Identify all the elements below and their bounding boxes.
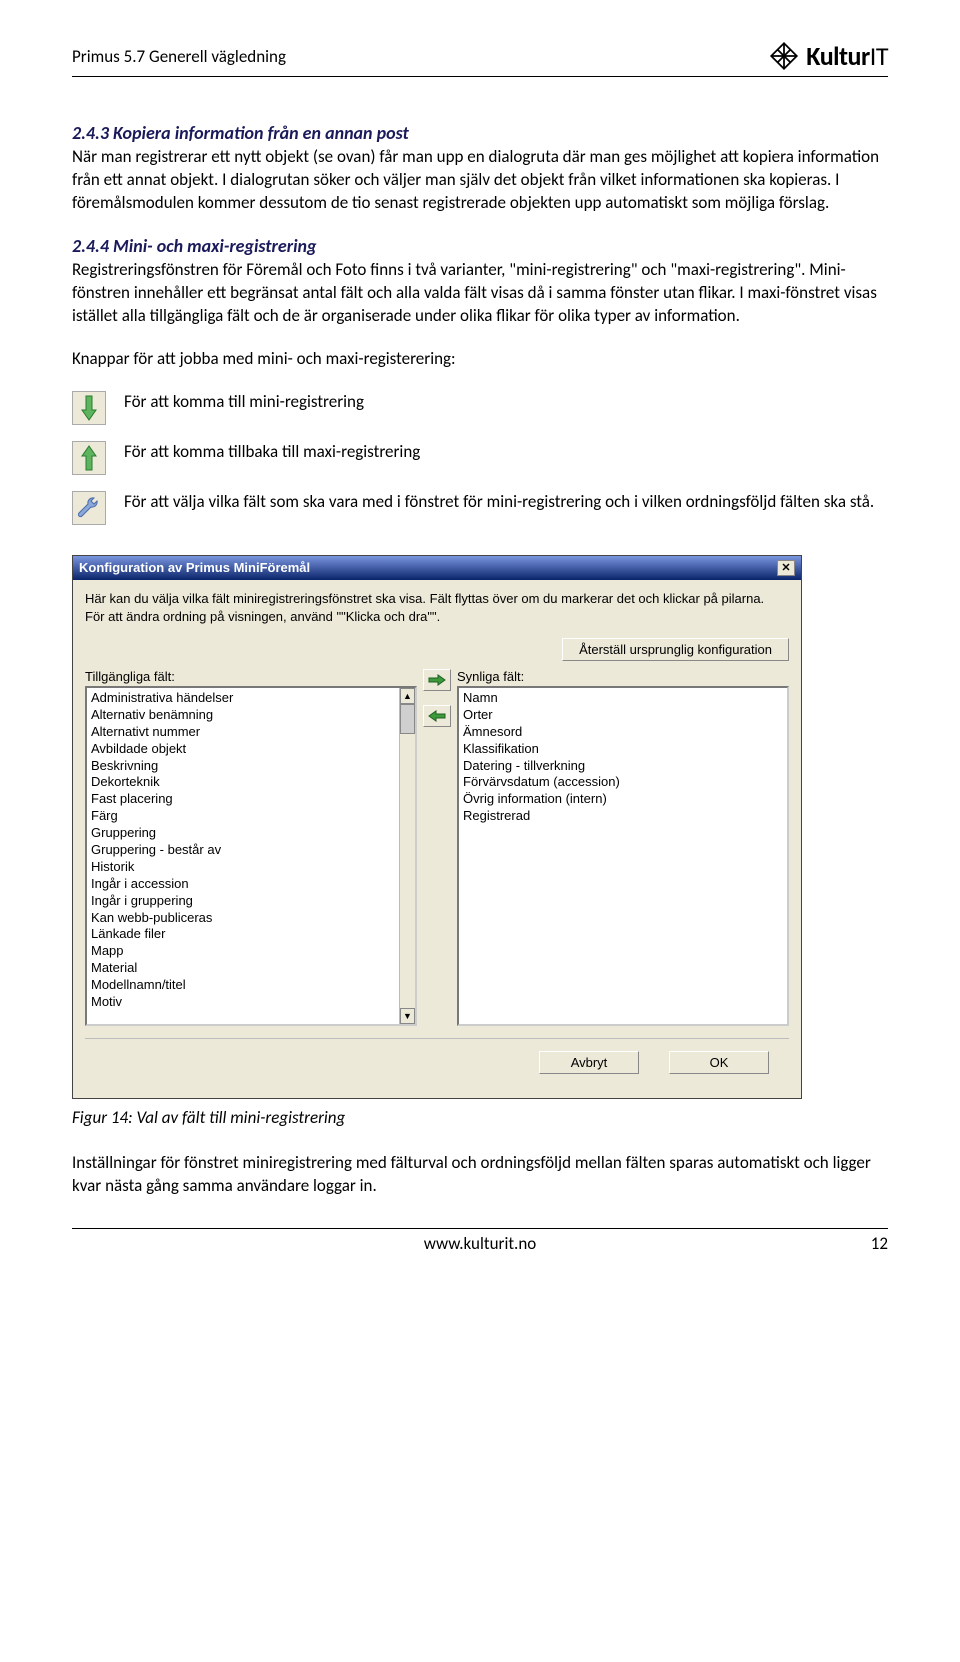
- list-item[interactable]: Klassifikation: [463, 741, 783, 758]
- heading-243: 2.4.3 Kopiera information från en annan …: [72, 122, 888, 144]
- arrow-down-green-icon: [80, 394, 98, 422]
- list-item[interactable]: Beskrivning: [91, 758, 395, 775]
- config-dialog: Konfiguration av Primus MiniFöremål ✕ Hä…: [72, 555, 802, 1099]
- list-item[interactable]: Ämnesord: [463, 724, 783, 741]
- move-right-button[interactable]: [423, 669, 451, 691]
- scrollbar[interactable]: ▲ ▼: [399, 688, 415, 1024]
- list-item[interactable]: Dekorteknik: [91, 774, 395, 791]
- scroll-down-icon[interactable]: ▼: [400, 1008, 415, 1024]
- arrow-left-green-icon: [428, 710, 446, 722]
- maxi-register-button[interactable]: [72, 441, 106, 475]
- mini-register-label: För att komma till mini-registrering: [124, 391, 888, 412]
- available-fields-label: Tillgängliga fält:: [85, 669, 417, 684]
- knot-icon: [768, 40, 800, 72]
- reset-config-button[interactable]: Återställ ursprunglig konfiguration: [562, 638, 789, 661]
- buttons-intro: Knappar för att jobba med mini- och maxi…: [72, 348, 888, 371]
- list-item[interactable]: Registrerad: [463, 808, 783, 825]
- list-item[interactable]: Färg: [91, 808, 395, 825]
- mini-register-button[interactable]: [72, 391, 106, 425]
- brand-bold: Kultur: [806, 40, 870, 72]
- closing-paragraph: Inställningar för fönstret miniregistrer…: [72, 1152, 888, 1198]
- visible-fields-listbox[interactable]: NamnOrterÄmnesordKlassifikationDatering …: [457, 686, 789, 1026]
- list-item[interactable]: Mapp: [91, 943, 395, 960]
- list-item[interactable]: Alternativt nummer: [91, 724, 395, 741]
- list-item[interactable]: Motiv: [91, 994, 395, 1011]
- list-item[interactable]: Länkade filer: [91, 926, 395, 943]
- list-item[interactable]: Gruppering: [91, 825, 395, 842]
- body-244: Registreringsfönstren för Föremål och Fo…: [72, 259, 888, 328]
- list-item[interactable]: Administrativa händelser: [91, 690, 395, 707]
- page-footer: www.kulturit.no 12: [72, 1228, 888, 1254]
- dialog-title: Konfiguration av Primus MiniFöremål: [79, 560, 310, 575]
- wrench-icon: [76, 495, 102, 521]
- list-item[interactable]: Ingår i accession: [91, 876, 395, 893]
- list-item[interactable]: Modellnamn/titel: [91, 977, 395, 994]
- scroll-up-icon[interactable]: ▲: [400, 688, 415, 704]
- list-item[interactable]: Material: [91, 960, 395, 977]
- figure-caption: Figur 14: Val av fält till mini-registre…: [72, 1107, 888, 1130]
- footer-url: www.kulturit.no: [424, 1233, 536, 1254]
- page-header: Primus 5.7 Generell vägledning KulturIT: [72, 40, 888, 77]
- arrow-right-green-icon: [428, 674, 446, 686]
- available-fields-listbox[interactable]: Administrativa händelserAlternativ benäm…: [85, 686, 417, 1026]
- list-item[interactable]: Orter: [463, 707, 783, 724]
- field-config-label: För att välja vilka fält som ska vara me…: [124, 491, 888, 512]
- list-item[interactable]: Historik: [91, 859, 395, 876]
- arrow-up-green-icon: [80, 444, 98, 472]
- dialog-titlebar: Konfiguration av Primus MiniFöremål ✕: [73, 556, 801, 580]
- visible-fields-label: Synliga fält:: [457, 669, 789, 684]
- dialog-intro: Här kan du välja vilka fält miniregistre…: [85, 590, 789, 626]
- list-item[interactable]: Förvärvsdatum (accession): [463, 774, 783, 791]
- list-item[interactable]: Alternativ benämning: [91, 707, 395, 724]
- list-item[interactable]: Namn: [463, 690, 783, 707]
- heading-244: 2.4.4 Mini- och maxi-registrering: [72, 235, 888, 257]
- move-left-button[interactable]: [423, 705, 451, 727]
- cancel-button[interactable]: Avbryt: [539, 1051, 639, 1074]
- scroll-thumb[interactable]: [400, 704, 415, 734]
- list-item[interactable]: Gruppering - består av: [91, 842, 395, 859]
- list-item[interactable]: Fast placering: [91, 791, 395, 808]
- list-item[interactable]: Ingår i gruppering: [91, 893, 395, 910]
- brand-thin: IT: [870, 40, 888, 72]
- body-243: När man registrerar ett nytt objekt (se …: [72, 146, 888, 215]
- list-item[interactable]: Övrig information (intern): [463, 791, 783, 808]
- page-number: 12: [871, 1233, 888, 1254]
- header-title: Primus 5.7 Generell vägledning: [72, 46, 286, 67]
- list-item[interactable]: Datering - tillverkning: [463, 758, 783, 775]
- list-item[interactable]: Kan webb-publiceras: [91, 910, 395, 927]
- field-config-button[interactable]: [72, 491, 106, 525]
- close-button[interactable]: ✕: [777, 560, 795, 576]
- brand-logo: KulturIT: [768, 40, 888, 72]
- list-item[interactable]: Avbildade objekt: [91, 741, 395, 758]
- maxi-register-label: För att komma tillbaka till maxi-registr…: [124, 441, 888, 462]
- ok-button[interactable]: OK: [669, 1051, 769, 1074]
